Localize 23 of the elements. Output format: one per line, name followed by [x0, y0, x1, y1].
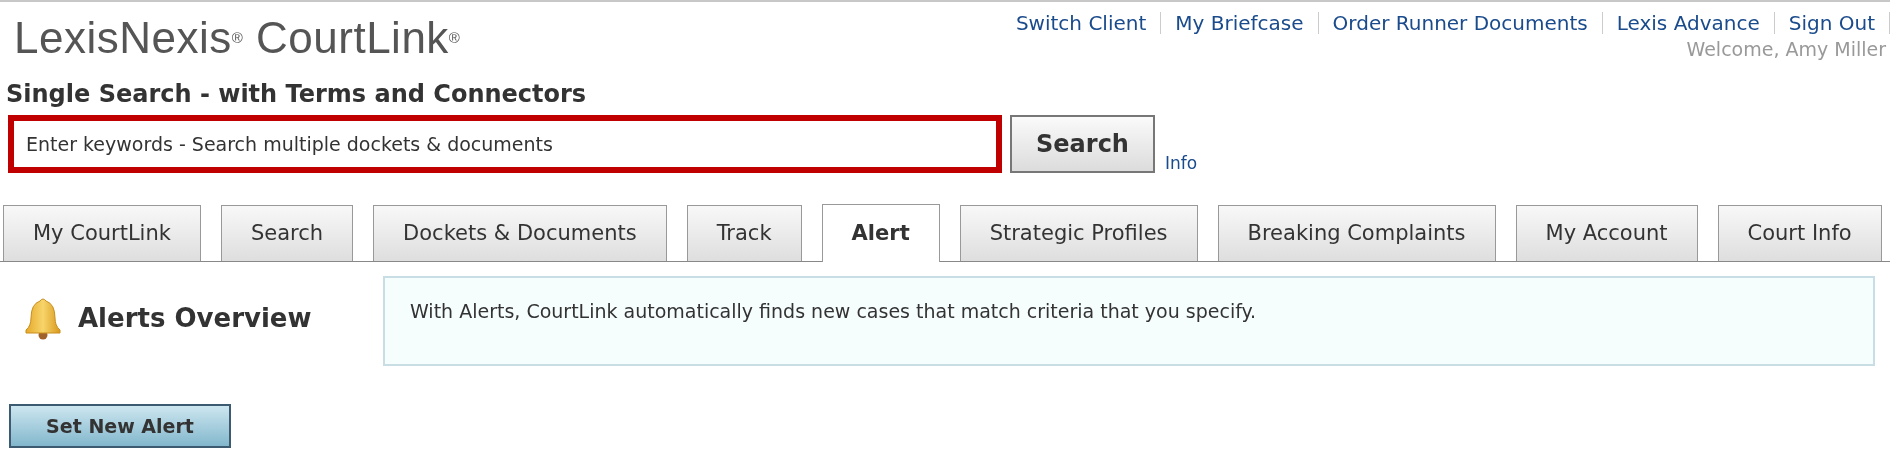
info-link[interactable]: Info: [1165, 152, 1198, 173]
tab[interactable]: Strategic Profiles: [959, 204, 1198, 261]
welcome-text: Welcome, Amy Miller: [1686, 38, 1886, 60]
tab[interactable]: Alert: [821, 203, 940, 262]
search-button[interactable]: Search: [1010, 114, 1155, 173]
header-link[interactable]: Switch Client: [1015, 11, 1147, 35]
search-heading: Single Search - with Terms and Connectors: [6, 80, 588, 109]
tab[interactable]: Breaking Complaints: [1217, 204, 1496, 261]
set-new-alert-button[interactable]: Set New Alert: [9, 403, 231, 448]
tab[interactable]: Search: [220, 204, 354, 261]
description-text: With Alerts, CourtLink automatically finds new cases that match criteria that you specify.: [410, 299, 1257, 322]
tab[interactable]: Dockets & Documents: [373, 204, 667, 261]
tab[interactable]: Track: [686, 204, 802, 261]
tab[interactable]: My Account: [1515, 204, 1698, 261]
search-field[interactable]: Enter keywords - Search multiple dockets & documents: [8, 114, 1002, 173]
header-link[interactable]: Sign Out: [1788, 11, 1875, 35]
section-title: Alerts Overview: [78, 302, 312, 333]
logo: LexisNexis$^{®}$ CourtLink$^{®}$: [14, 16, 461, 64]
header-link[interactable]: My Briefcase: [1175, 11, 1304, 35]
tab[interactable]: My CourtLink: [3, 204, 201, 261]
header-link[interactable]: Lexis Advance: [1616, 11, 1760, 35]
tab[interactable]: Court Info: [1717, 204, 1882, 261]
header-link[interactable]: Order Runner Documents: [1332, 11, 1588, 35]
